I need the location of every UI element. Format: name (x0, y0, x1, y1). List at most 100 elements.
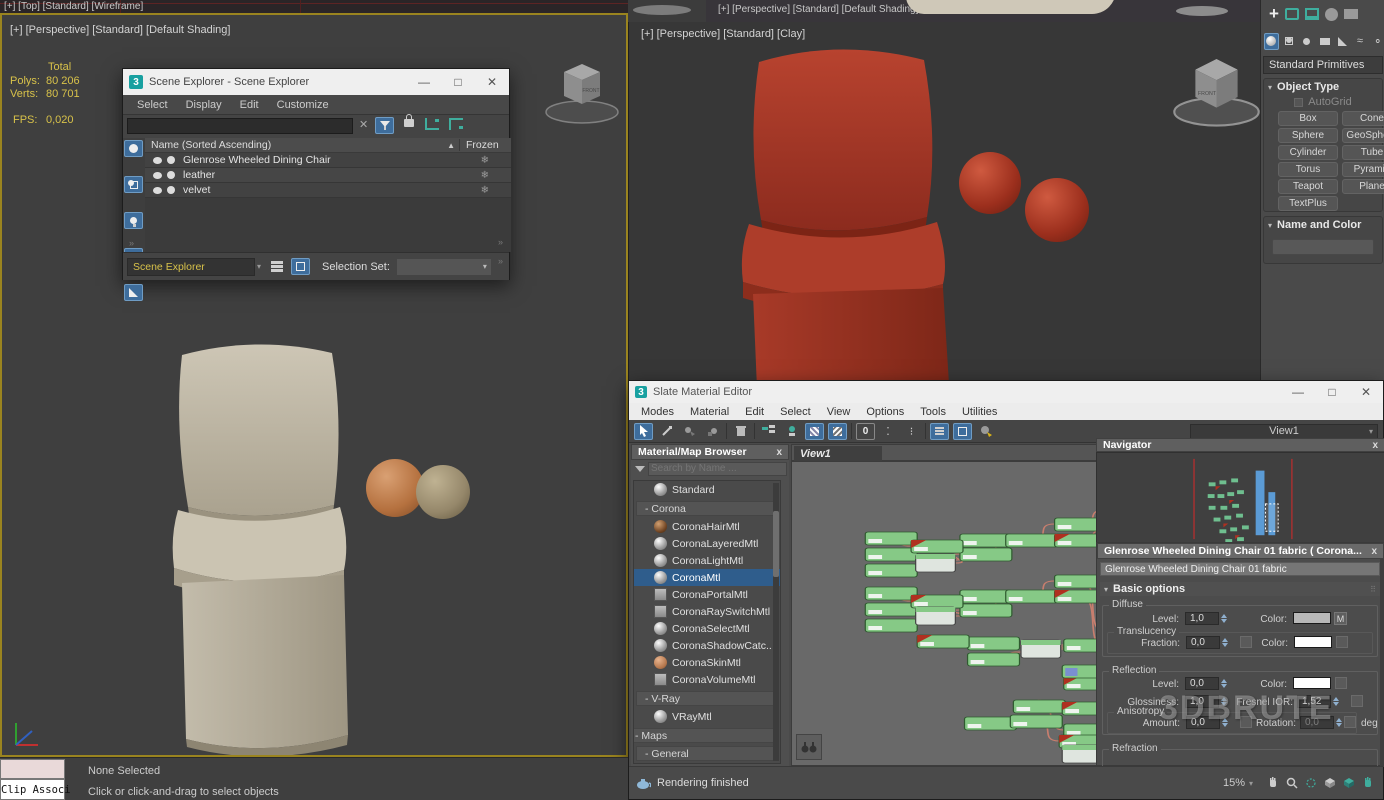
navigator-minimap[interactable] (1096, 452, 1384, 546)
close-icon[interactable]: x (1372, 440, 1378, 451)
selectability-dot-icon[interactable] (167, 186, 175, 194)
render-preview-icon[interactable] (976, 423, 995, 440)
viewport-label-top-right[interactable]: [+] [Perspective] [Standard] [Default Sh… (718, 4, 918, 15)
primitives-dropdown[interactable]: Standard Primitives (1263, 56, 1383, 74)
menu-display[interactable]: Display (186, 99, 222, 111)
clear-search-icon[interactable]: ✕ (359, 118, 368, 131)
show-numbers-icon[interactable]: 0 (856, 423, 875, 440)
map-item-advanced-wood[interactable]: Advanced Wood (634, 763, 780, 764)
menu-view[interactable]: View (827, 406, 851, 418)
material-item-coronalightmtl[interactable]: CoronaLightMtl (634, 552, 780, 569)
spinner-arrows-icon[interactable] (1221, 679, 1227, 688)
browser-scrollbar[interactable] (773, 483, 779, 761)
button-cylinder[interactable]: Cylinder (1278, 145, 1338, 160)
frozen-icon[interactable]: ❄ (481, 155, 489, 166)
menu-utilities[interactable]: Utilities (962, 406, 997, 418)
macro-recorder-field[interactable] (0, 759, 65, 779)
category-cameras-icon[interactable] (1317, 33, 1332, 50)
maximize-button[interactable]: □ (441, 75, 475, 89)
diffuse-level-spinner[interactable]: 1,0 (1185, 612, 1227, 625)
name-color-header[interactable]: ▾ Name and Color (1264, 217, 1382, 233)
pick-material-icon[interactable] (657, 423, 676, 440)
material-item-coronalayeredmtl[interactable]: CoronaLayeredMtl (634, 535, 780, 552)
lock-icon[interactable] (404, 119, 414, 127)
diffuse-map-button[interactable]: M (1334, 612, 1347, 625)
button-geosphere[interactable]: GeoSphere (1342, 128, 1384, 143)
table-row[interactable]: velvet ❄ (145, 183, 511, 198)
viewport-label-top[interactable]: [+] [Top] [Standard] [Wireframe] (4, 1, 143, 12)
layers-icon[interactable] (271, 261, 283, 272)
frozen-icon[interactable]: ❄ (481, 185, 489, 196)
material-item-standard[interactable]: Standard (634, 481, 780, 498)
scrollbar-thumb[interactable] (773, 511, 779, 577)
pan-hand-icon[interactable] (1263, 775, 1282, 792)
slate-titlebar[interactable]: 3 Slate Material Editor — □ ✕ (629, 381, 1383, 403)
column-name[interactable]: Name (Sorted Ascending) (145, 139, 271, 151)
table-row[interactable]: leather ❄ (145, 168, 511, 183)
visibility-eye-icon[interactable] (153, 172, 162, 179)
viewcube[interactable]: FRONT (537, 50, 627, 130)
layout-children-icon[interactable]: ⁝ (902, 423, 921, 440)
pan-selected-icon[interactable] (1358, 775, 1377, 792)
close-button[interactable]: ✕ (475, 75, 509, 89)
menu-edit[interactable]: Edit (745, 406, 764, 418)
selection-set-dropdown[interactable]: ▾ (396, 258, 492, 276)
material-name-field[interactable]: Glenrose Wheeled Dining Chair 01 fabric (1100, 562, 1380, 576)
viewcube[interactable]: FRONT (1169, 44, 1260, 129)
viewport-top-wireframe-strip[interactable]: [+] [Top] [Standard] [Wireframe] (0, 0, 628, 13)
viewport-perspective-clay[interactable]: [+] [Perspective] [Standard] [Clay] FRON… (628, 22, 1260, 380)
zoom-extents-icon[interactable] (1320, 775, 1339, 792)
minimize-button[interactable]: — (1281, 385, 1315, 399)
close-icon[interactable]: x (1371, 546, 1377, 557)
sort-ascending-icon[interactable]: ▲ (447, 141, 455, 150)
reflection-map-button[interactable] (1335, 677, 1347, 689)
move-children-icon[interactable] (759, 423, 778, 440)
column-frozen[interactable]: Frozen (459, 139, 511, 151)
group-maps[interactable]: - Maps (633, 728, 778, 743)
params-scrollbar[interactable] (1380, 559, 1384, 767)
tab-create[interactable]: + (1269, 4, 1279, 24)
category-lights-icon[interactable] (1299, 33, 1314, 50)
delete-icon[interactable] (731, 423, 750, 440)
zoom-tool-icon[interactable] (1282, 775, 1301, 792)
basic-options-rollout[interactable]: ▾ Basic options ⠿ (1100, 582, 1380, 596)
button-sphere[interactable]: Sphere (1278, 128, 1338, 143)
group-general[interactable]: - General (636, 746, 778, 761)
layout-vertical-icon[interactable]: ⁚ (879, 423, 898, 440)
collapse-tree-icon[interactable] (449, 118, 463, 130)
material-item-coronaportalmtl[interactable]: CoronaPortalMtl (634, 586, 780, 603)
menu-modes[interactable]: Modes (641, 406, 674, 418)
menu-select[interactable]: Select (780, 406, 811, 418)
menu-customize[interactable]: Customize (277, 99, 329, 111)
material-item-coronamtl[interactable]: CoronaMtl (634, 569, 780, 586)
close-button[interactable]: ✕ (1349, 385, 1383, 399)
button-box[interactable]: Box (1278, 111, 1338, 126)
viewport-label[interactable]: [+] [Perspective] [Standard] [Default Sh… (10, 24, 230, 36)
view-tab[interactable]: View1 (794, 446, 882, 461)
filter-icon[interactable] (375, 117, 394, 134)
display-lights-icon[interactable] (124, 212, 143, 229)
browser-list[interactable]: Standard - Corona CoronaHairMtl CoronaLa… (633, 480, 781, 764)
diffuse-color-swatch[interactable] (1293, 612, 1331, 624)
assign-material-to-selection-icon[interactable] (782, 423, 801, 440)
spinner-value[interactable]: 1,0 (1185, 612, 1219, 625)
object-type-header[interactable]: ▾ Object Type (1264, 79, 1382, 95)
material-item-coronaselectmtl[interactable]: CoronaSelectMtl (634, 620, 780, 637)
browser-header[interactable]: Material/Map Browser x (631, 444, 789, 460)
zoom-region-icon[interactable] (1301, 775, 1320, 792)
minimize-button[interactable]: — (407, 75, 441, 89)
display-geometry-icon[interactable] (124, 140, 143, 157)
zoom-dropdown[interactable]: 15% ▾ (1223, 777, 1253, 789)
tab-motion-icon[interactable] (1325, 8, 1338, 21)
selectability-dot-icon[interactable] (167, 171, 175, 179)
button-cone[interactable]: Cone (1342, 111, 1384, 126)
put-to-library-icon[interactable] (680, 423, 699, 440)
display-helpers-icon[interactable] (124, 284, 143, 301)
button-tube[interactable]: Tube (1342, 145, 1384, 160)
spinner-arrows-icon[interactable] (1221, 614, 1227, 623)
material-item-coronaskinmtl[interactable]: CoronaSkinMtl (634, 654, 780, 671)
show-shaded-material-icon[interactable] (805, 423, 824, 440)
category-geometry-icon[interactable] (1264, 33, 1279, 50)
viewport-top-perspective-strip[interactable]: [+] [Perspective] [Standard] [Default Sh… (706, 0, 1260, 22)
group-vray[interactable]: - V-Ray (636, 691, 778, 706)
